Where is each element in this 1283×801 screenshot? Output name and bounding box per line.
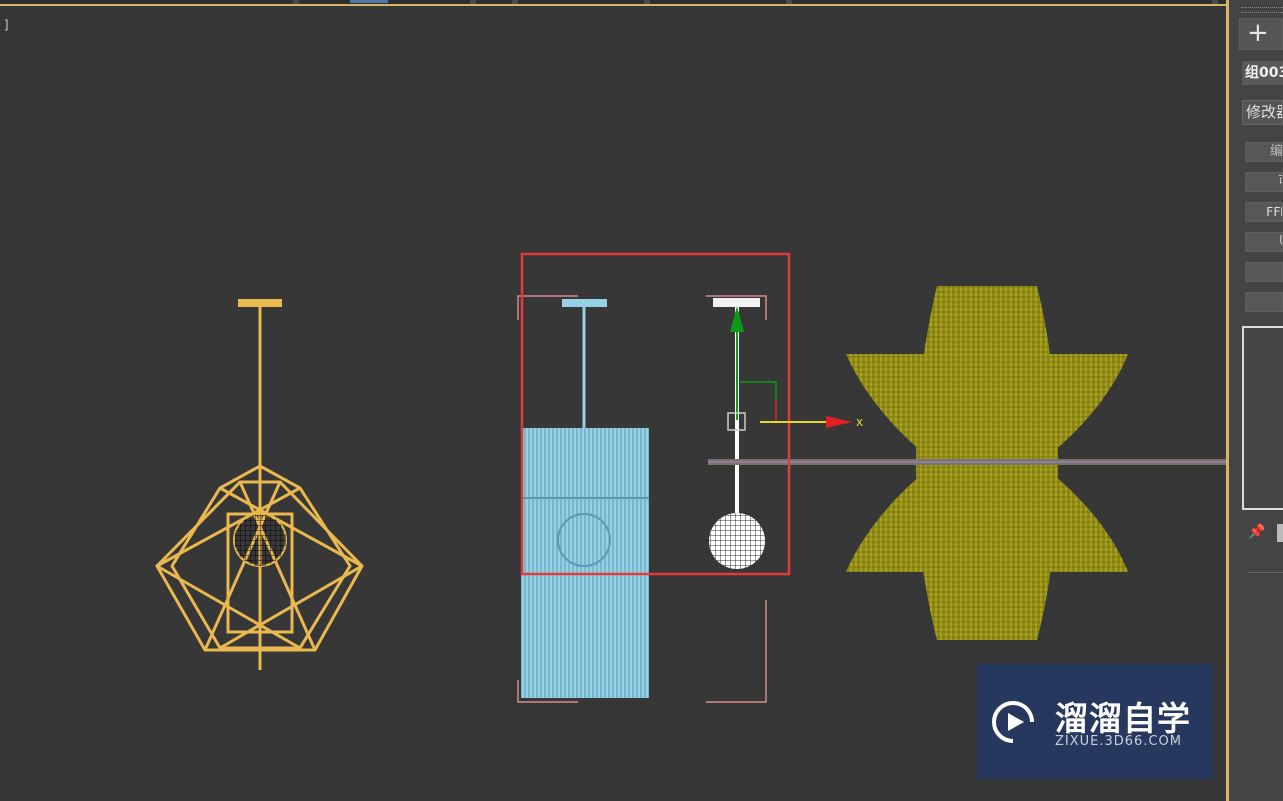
modifier-button-1[interactable]: 编辑多边形 [1245,142,1283,162]
move-gizmo[interactable]: x [727,306,863,431]
watermark-title: 溜溜自学 [1055,699,1191,738]
perspective-viewport[interactable]: ] x 溜溜自学 ZIXUE.3D66.COM [0,0,1229,801]
watermark-subtitle: ZIXUE.3D66.COM [1055,734,1182,749]
object-name-field[interactable]: 组003 [1242,61,1283,85]
ground-plane-edge [708,459,1228,465]
modifier-button-5[interactable] [1245,262,1283,282]
modifier-button-4[interactable]: UVW 贴图 [1245,232,1283,252]
watermark: 溜溜自学 ZIXUE.3D66.COM [977,664,1213,779]
modifier-list-dropdown[interactable]: 修改器列表 [1242,100,1283,125]
panel-grip[interactable] [1241,7,1283,13]
cylinder-pendant-lamp[interactable] [521,299,649,698]
create-tab-button[interactable]: + [1239,18,1283,50]
modifier-stack-list[interactable] [1242,326,1283,510]
stack-tool-icon[interactable] [1277,524,1283,542]
pin-stack-icon[interactable]: 📌 [1248,524,1268,544]
panel-separator [1248,572,1283,573]
octagon-pendant-lamp[interactable] [155,299,364,670]
gizmo-x-label: x [856,415,863,429]
modifier-button-2[interactable]: 可编辑网格 [1245,172,1283,192]
modifier-button-6[interactable] [1245,292,1283,312]
play-logo-icon [992,701,1034,743]
modifier-button-3[interactable]: FFD 2x2x2 [1245,202,1283,222]
command-panel: + 组003 修改器列表 编辑多边形 可编辑网格 FFD 2x2x2 UVW 贴… [1229,0,1283,801]
